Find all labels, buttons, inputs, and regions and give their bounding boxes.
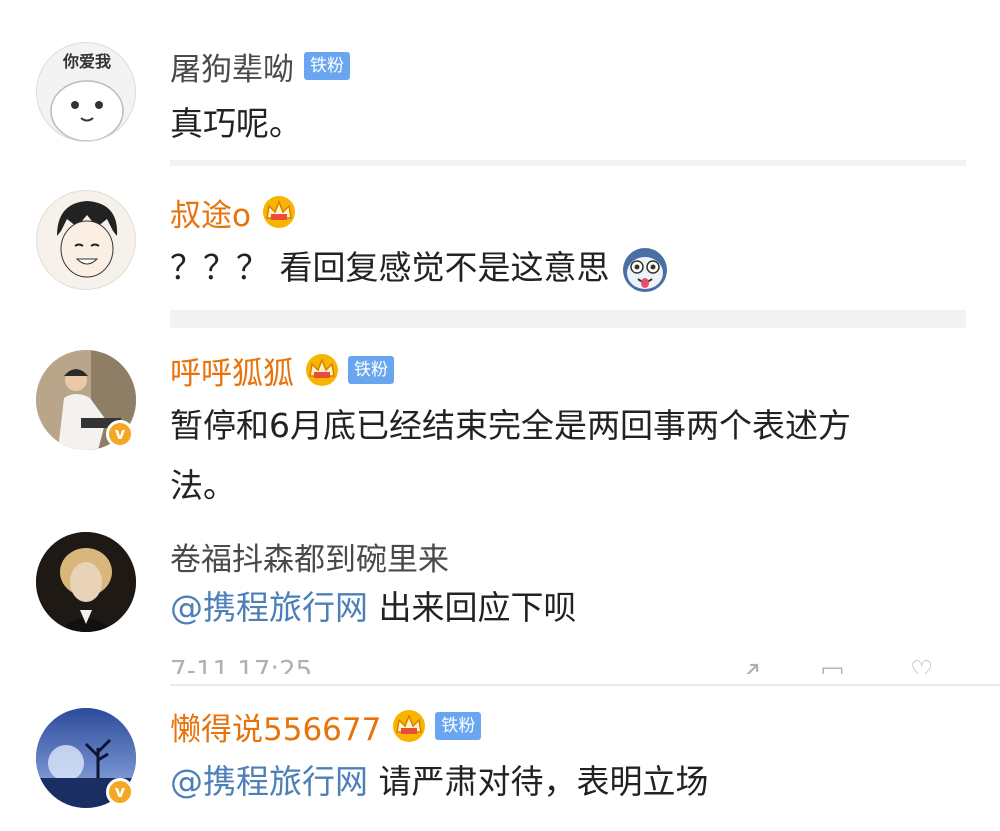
avatar[interactable]: v: [36, 708, 136, 808]
mention-link[interactable]: @携程旅行网: [170, 762, 368, 801]
comment-text: 真巧呢。: [170, 104, 302, 143]
fan-badge: 铁粉: [304, 52, 350, 80]
verified-icon: v: [106, 778, 134, 806]
comment-author[interactable]: 懒得说556677: [170, 704, 381, 749]
divider: [170, 160, 966, 166]
vip-crown-icon: [262, 196, 295, 228]
share-icon[interactable]: ↗: [740, 656, 762, 674]
comment-text-line: 法。: [170, 466, 236, 505]
comment-text-wrap: @携程旅行网 请严肃对待，表明立场: [170, 754, 960, 810]
comment-author[interactable]: 呼呼狐狐: [170, 348, 294, 393]
avatar[interactable]: 你爱我: [36, 42, 136, 142]
comment-author[interactable]: 卷福抖森都到碗里来: [170, 534, 449, 579]
comment-text-wrap: ？？？ 看回复感觉不是这意思: [170, 240, 960, 296]
avatar[interactable]: v: [36, 350, 136, 450]
comment-text-wrap: @携程旅行网 出来回应下呗: [170, 580, 960, 636]
fan-badge: 铁粉: [348, 356, 394, 384]
mention-link[interactable]: @携程旅行网: [170, 588, 368, 627]
comment-text: 出来回应下呗: [368, 588, 577, 627]
comment-author[interactable]: 叔途o: [170, 190, 251, 235]
comment-author[interactable]: 屠狗辈呦: [170, 44, 294, 89]
comment-text: ？？？ 看回复感觉不是这意思: [170, 248, 610, 287]
comment-text: 请严肃对待，表明立场: [368, 762, 709, 801]
like-icon[interactable]: ♡: [910, 656, 933, 674]
avatar[interactable]: [36, 532, 136, 632]
comment-meta-row: 7-11 17:25 ↗ ▭ ♡: [170, 656, 970, 674]
crazy-face-emoji-icon: [623, 247, 667, 292]
divider: [170, 684, 1000, 686]
comment-icon[interactable]: ▭: [820, 656, 845, 674]
comment-timestamp: 7-11 17:25: [170, 656, 313, 674]
comment-text-wrap: 暂停和6月底已经结束完全是两回事两个表述方 法。: [170, 398, 960, 514]
avatar[interactable]: [36, 190, 136, 290]
avatar-text: 你爱我: [62, 52, 111, 71]
divider: [170, 310, 966, 328]
vip-crown-icon: [393, 710, 426, 742]
verified-icon: v: [106, 420, 134, 448]
comment-text-line: 暂停和6月底已经结束完全是两回事两个表述方: [170, 406, 851, 445]
vip-crown-icon: [306, 354, 338, 386]
fan-badge: 铁粉: [435, 712, 482, 740]
